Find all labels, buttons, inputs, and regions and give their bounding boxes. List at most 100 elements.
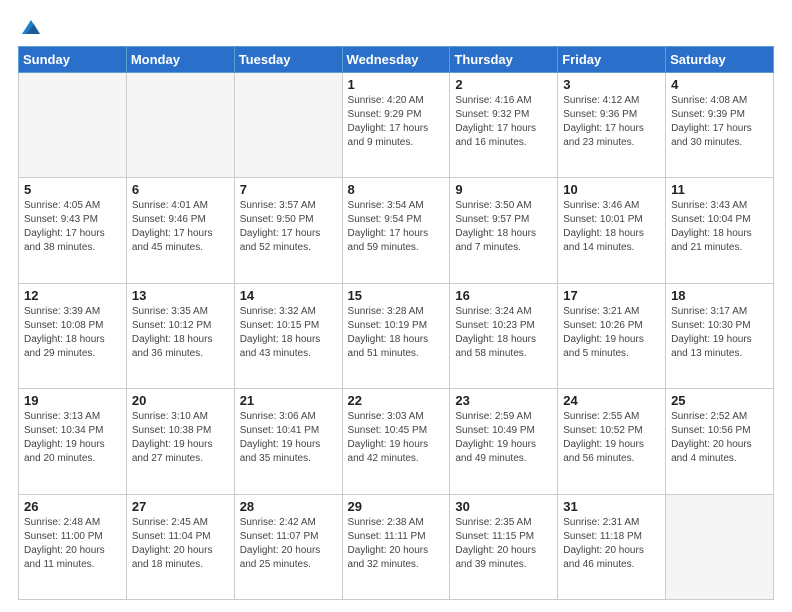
day-info: Sunrise: 3:24 AM Sunset: 10:23 PM Daylig… bbox=[455, 305, 552, 361]
day-number: 11 bbox=[671, 182, 768, 197]
day-number: 9 bbox=[455, 182, 552, 197]
day-number: 15 bbox=[348, 288, 445, 303]
calendar-day-header: Monday bbox=[126, 47, 234, 73]
calendar-cell: 4 Sunrise: 4:08 AM Sunset: 9:39 PM Daylig… bbox=[666, 73, 774, 178]
calendar-cell: 5Sunrise: 4:05 AM Sunset: 9:43 PM Daylig… bbox=[19, 178, 127, 283]
day-number: 13 bbox=[132, 288, 229, 303]
day-info: Sunrise: 4:01 AM Sunset: 9:46 PM Dayligh… bbox=[132, 199, 229, 255]
day-info: Sunrise: 4:12 AM Sunset: 9:36 PM Dayligh… bbox=[563, 94, 660, 150]
day-info: Sunrise: 4:08 AM Sunset: 9:39 PM Dayligh… bbox=[671, 94, 768, 150]
day-number: 6 bbox=[132, 182, 229, 197]
day-number: 27 bbox=[132, 499, 229, 514]
day-number: 22 bbox=[348, 393, 445, 408]
calendar-week-row: 5Sunrise: 4:05 AM Sunset: 9:43 PM Daylig… bbox=[19, 178, 774, 283]
calendar-table: SundayMondayTuesdayWednesdayThursdayFrid… bbox=[18, 46, 774, 600]
day-info: Sunrise: 3:21 AM Sunset: 10:26 PM Daylig… bbox=[563, 305, 660, 361]
day-info: Sunrise: 4:16 AM Sunset: 9:32 PM Dayligh… bbox=[455, 94, 552, 150]
calendar-cell: 6 Sunrise: 4:01 AM Sunset: 9:46 PM Daylig… bbox=[126, 178, 234, 283]
day-number: 5 bbox=[24, 182, 121, 197]
calendar-day-header: Sunday bbox=[19, 47, 127, 73]
day-info: Sunrise: 2:59 AM Sunset: 10:49 PM Daylig… bbox=[455, 410, 552, 466]
calendar-cell: 7 Sunrise: 3:57 AM Sunset: 9:50 PM Daylig… bbox=[234, 178, 342, 283]
calendar-cell: 30 Sunrise: 2:35 AM Sunset: 11:15 PM Dayl… bbox=[450, 494, 558, 599]
day-number: 18 bbox=[671, 288, 768, 303]
calendar-cell bbox=[126, 73, 234, 178]
day-info: Sunrise: 2:38 AM Sunset: 11:11 PM Daylig… bbox=[348, 516, 445, 572]
day-number: 4 bbox=[671, 77, 768, 92]
day-info: Sunrise: 3:17 AM Sunset: 10:30 PM Daylig… bbox=[671, 305, 768, 361]
day-info: Sunrise: 3:13 AM Sunset: 10:34 PM Daylig… bbox=[24, 410, 121, 466]
calendar-cell: 16Sunrise: 3:24 AM Sunset: 10:23 PM Dayl… bbox=[450, 283, 558, 388]
calendar-cell: 17 Sunrise: 3:21 AM Sunset: 10:26 PM Dayl… bbox=[558, 283, 666, 388]
day-info: Sunrise: 3:39 AM Sunset: 10:08 PM Daylig… bbox=[24, 305, 121, 361]
calendar-cell: 29 Sunrise: 2:38 AM Sunset: 11:11 PM Dayl… bbox=[342, 494, 450, 599]
day-info: Sunrise: 2:48 AM Sunset: 11:00 PM Daylig… bbox=[24, 516, 121, 572]
calendar-week-row: 19Sunrise: 3:13 AM Sunset: 10:34 PM Dayl… bbox=[19, 389, 774, 494]
calendar-cell: 19Sunrise: 3:13 AM Sunset: 10:34 PM Dayl… bbox=[19, 389, 127, 494]
calendar-cell: 24 Sunrise: 2:55 AM Sunset: 10:52 PM Dayl… bbox=[558, 389, 666, 494]
logo bbox=[18, 16, 42, 36]
header bbox=[18, 16, 774, 36]
calendar-week-row: 12 Sunrise: 3:39 AM Sunset: 10:08 PM Dayl… bbox=[19, 283, 774, 388]
calendar-cell: 11Sunrise: 3:43 AM Sunset: 10:04 PM Dayl… bbox=[666, 178, 774, 283]
day-info: Sunrise: 4:20 AM Sunset: 9:29 PM Dayligh… bbox=[348, 94, 445, 150]
calendar-cell: 1 Sunrise: 4:20 AM Sunset: 9:29 PM Daylig… bbox=[342, 73, 450, 178]
calendar-cell: 28 Sunrise: 2:42 AM Sunset: 11:07 PM Dayl… bbox=[234, 494, 342, 599]
day-number: 28 bbox=[240, 499, 337, 514]
calendar-cell: 25 Sunrise: 2:52 AM Sunset: 10:56 PM Dayl… bbox=[666, 389, 774, 494]
logo-icon bbox=[20, 16, 42, 38]
day-info: Sunrise: 3:28 AM Sunset: 10:19 PM Daylig… bbox=[348, 305, 445, 361]
day-info: Sunrise: 3:10 AM Sunset: 10:38 PM Daylig… bbox=[132, 410, 229, 466]
calendar-cell: 9 Sunrise: 3:50 AM Sunset: 9:57 PM Daylig… bbox=[450, 178, 558, 283]
day-number: 26 bbox=[24, 499, 121, 514]
calendar-header-row: SundayMondayTuesdayWednesdayThursdayFrid… bbox=[19, 47, 774, 73]
day-number: 7 bbox=[240, 182, 337, 197]
calendar-cell bbox=[666, 494, 774, 599]
day-number: 1 bbox=[348, 77, 445, 92]
day-number: 20 bbox=[132, 393, 229, 408]
day-number: 23 bbox=[455, 393, 552, 408]
calendar-day-header: Saturday bbox=[666, 47, 774, 73]
day-number: 21 bbox=[240, 393, 337, 408]
day-number: 8 bbox=[348, 182, 445, 197]
day-info: Sunrise: 3:54 AM Sunset: 9:54 PM Dayligh… bbox=[348, 199, 445, 255]
calendar-cell: 26 Sunrise: 2:48 AM Sunset: 11:00 PM Dayl… bbox=[19, 494, 127, 599]
day-info: Sunrise: 3:50 AM Sunset: 9:57 PM Dayligh… bbox=[455, 199, 552, 255]
day-number: 25 bbox=[671, 393, 768, 408]
day-info: Sunrise: 3:46 AM Sunset: 10:01 PM Daylig… bbox=[563, 199, 660, 255]
day-number: 24 bbox=[563, 393, 660, 408]
calendar-week-row: 1 Sunrise: 4:20 AM Sunset: 9:29 PM Daylig… bbox=[19, 73, 774, 178]
day-info: Sunrise: 3:06 AM Sunset: 10:41 PM Daylig… bbox=[240, 410, 337, 466]
day-info: Sunrise: 2:31 AM Sunset: 11:18 PM Daylig… bbox=[563, 516, 660, 572]
day-info: Sunrise: 3:57 AM Sunset: 9:50 PM Dayligh… bbox=[240, 199, 337, 255]
calendar-cell: 23 Sunrise: 2:59 AM Sunset: 10:49 PM Dayl… bbox=[450, 389, 558, 494]
calendar-cell: 10Sunrise: 3:46 AM Sunset: 10:01 PM Dayl… bbox=[558, 178, 666, 283]
day-number: 3 bbox=[563, 77, 660, 92]
calendar-cell: 14Sunrise: 3:32 AM Sunset: 10:15 PM Dayl… bbox=[234, 283, 342, 388]
day-number: 2 bbox=[455, 77, 552, 92]
calendar-cell bbox=[19, 73, 127, 178]
page: SundayMondayTuesdayWednesdayThursdayFrid… bbox=[0, 0, 792, 612]
calendar-cell: 21 Sunrise: 3:06 AM Sunset: 10:41 PM Dayl… bbox=[234, 389, 342, 494]
calendar-week-row: 26 Sunrise: 2:48 AM Sunset: 11:00 PM Dayl… bbox=[19, 494, 774, 599]
day-number: 17 bbox=[563, 288, 660, 303]
day-info: Sunrise: 2:52 AM Sunset: 10:56 PM Daylig… bbox=[671, 410, 768, 466]
day-info: Sunrise: 2:45 AM Sunset: 11:04 PM Daylig… bbox=[132, 516, 229, 572]
day-number: 31 bbox=[563, 499, 660, 514]
day-number: 29 bbox=[348, 499, 445, 514]
calendar-cell bbox=[234, 73, 342, 178]
calendar-day-header: Thursday bbox=[450, 47, 558, 73]
day-number: 30 bbox=[455, 499, 552, 514]
day-number: 12 bbox=[24, 288, 121, 303]
calendar-cell: 18 Sunrise: 3:17 AM Sunset: 10:30 PM Dayl… bbox=[666, 283, 774, 388]
calendar-cell: 8 Sunrise: 3:54 AM Sunset: 9:54 PM Daylig… bbox=[342, 178, 450, 283]
day-info: Sunrise: 2:42 AM Sunset: 11:07 PM Daylig… bbox=[240, 516, 337, 572]
calendar-cell: 12 Sunrise: 3:39 AM Sunset: 10:08 PM Dayl… bbox=[19, 283, 127, 388]
day-info: Sunrise: 2:55 AM Sunset: 10:52 PM Daylig… bbox=[563, 410, 660, 466]
calendar-cell: 15 Sunrise: 3:28 AM Sunset: 10:19 PM Dayl… bbox=[342, 283, 450, 388]
calendar-cell: 13Sunrise: 3:35 AM Sunset: 10:12 PM Dayl… bbox=[126, 283, 234, 388]
day-info: Sunrise: 2:35 AM Sunset: 11:15 PM Daylig… bbox=[455, 516, 552, 572]
day-number: 14 bbox=[240, 288, 337, 303]
calendar-cell: 3 Sunrise: 4:12 AM Sunset: 9:36 PM Daylig… bbox=[558, 73, 666, 178]
calendar-day-header: Friday bbox=[558, 47, 666, 73]
